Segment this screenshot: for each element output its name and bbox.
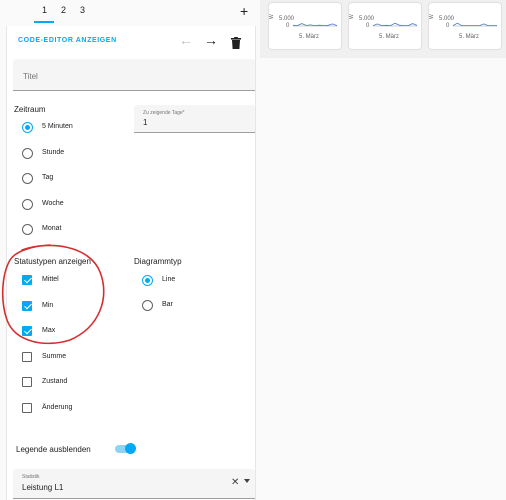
tab-3[interactable]: 3 (80, 5, 85, 15)
period-option-label: 5 Minuten (42, 123, 73, 130)
arrow-forward-icon[interactable]: → (204, 32, 218, 48)
x-tick-label: 5. März (299, 34, 319, 40)
days-field[interactable]: Zu zeigende Tage* 1 (134, 105, 255, 133)
days-label: Zu zeigende Tage* (143, 110, 185, 116)
y-axis-label: W (269, 14, 275, 19)
checkbox-checked-icon[interactable] (22, 275, 32, 285)
card-tabs: 1 2 3 + (0, 0, 256, 26)
y-tick-label: 0 (286, 23, 290, 29)
stat-type-label: Summe (42, 353, 67, 360)
y-tick-label: 5.000 (359, 16, 375, 22)
legend-toggle[interactable] (115, 442, 137, 456)
preview-chart-3: W 5.0000 5. März (429, 14, 498, 40)
radio-unchecked-icon[interactable] (22, 199, 33, 210)
checkbox-checked-icon[interactable] (22, 301, 32, 311)
checkbox-unchecked-icon[interactable] (22, 403, 32, 413)
y-tick-label: 0 (366, 23, 370, 29)
title-field[interactable]: Titel (13, 59, 255, 91)
y-axis-label: W (429, 14, 435, 19)
x-tick-label: 5. März (459, 34, 479, 40)
preview-chart-card-2[interactable]: W 5.000 0 5. März (348, 2, 422, 50)
card-editor-panel: CODE-EDITOR ANZEIGEN ← → Titel Zeitraum … (6, 26, 256, 500)
radio-checked-icon[interactable] (22, 122, 33, 133)
period-label: Zeitraum (14, 105, 46, 114)
period-option-label: Tag (42, 174, 54, 181)
period-option-label: Stunde (42, 149, 65, 156)
checkbox-unchecked-icon[interactable] (22, 377, 32, 387)
radio-unchecked-icon[interactable] (142, 300, 153, 311)
y-tick-label: 5.000 (439, 16, 455, 22)
period-option-label: Woche (42, 200, 64, 207)
trash-icon[interactable] (231, 37, 241, 49)
code-editor-button[interactable]: CODE-EDITOR ANZEIGEN (18, 37, 117, 44)
tab-2[interactable]: 2 (61, 5, 66, 15)
statistic-field[interactable]: Statistik Leistung L1 ✕ (13, 469, 255, 499)
y-tick-label: 5.000 (279, 16, 295, 22)
stat-type-label: Mittel (42, 276, 59, 283)
y-tick-label: 0 (446, 23, 450, 29)
stat-type-label: Min (42, 302, 54, 309)
preview-chart-card-3[interactable]: W 5.000 0 5. März (428, 2, 502, 50)
series-line (292, 23, 338, 27)
radio-unchecked-icon[interactable] (22, 148, 33, 159)
tab-1[interactable]: 1 (42, 5, 47, 15)
screen: 1 2 3 + CODE-EDITOR ANZEIGEN ← → Titel Z… (0, 0, 506, 500)
radio-checked-icon[interactable] (142, 275, 153, 286)
title-placeholder: Titel (23, 72, 38, 81)
days-value: 1 (143, 118, 148, 127)
series-line (372, 22, 418, 27)
checkbox-unchecked-icon[interactable] (22, 352, 32, 362)
y-axis-label: W (349, 14, 355, 19)
radio-unchecked-icon[interactable] (22, 224, 33, 235)
active-tab-indicator (34, 21, 54, 23)
stat-type-label: Änderung (42, 404, 73, 411)
add-icon[interactable]: + (240, 3, 248, 19)
legend-label: Legende ausblenden (16, 445, 91, 454)
chart-type-option-label: Bar (162, 301, 173, 308)
arrow-back-icon[interactable]: ← (179, 32, 193, 48)
period-option-label: Monat (42, 225, 62, 232)
dropdown-arrow-icon[interactable] (244, 479, 250, 483)
toggle-knob (125, 443, 136, 454)
preview-chart-2: W 5.0000 5. März (349, 14, 418, 40)
stat-types-label: Statustypen anzeigen (14, 257, 91, 266)
clear-icon[interactable]: ✕ (231, 477, 239, 488)
preview-area: W 5.000 0 5. März W 5.000 0 5. März W 5.000 0 5. … (260, 0, 506, 58)
stat-type-label: Max (42, 327, 56, 334)
x-tick-label: 5. März (379, 34, 399, 40)
series-line (452, 22, 498, 27)
stat-type-label: Zustand (42, 378, 68, 385)
radio-unchecked-icon[interactable] (22, 173, 33, 184)
preview-chart-card-1[interactable]: W 5.000 0 5. März (268, 2, 342, 50)
preview-chart-1: W 5.0000 5. März (269, 14, 338, 40)
checkbox-checked-icon[interactable] (22, 326, 32, 336)
statistic-value: Leistung L1 (22, 483, 64, 492)
chart-type-label: Diagrammtyp (134, 257, 182, 266)
statistic-label: Statistik (22, 474, 40, 480)
chart-type-option-label: Line (162, 276, 176, 283)
